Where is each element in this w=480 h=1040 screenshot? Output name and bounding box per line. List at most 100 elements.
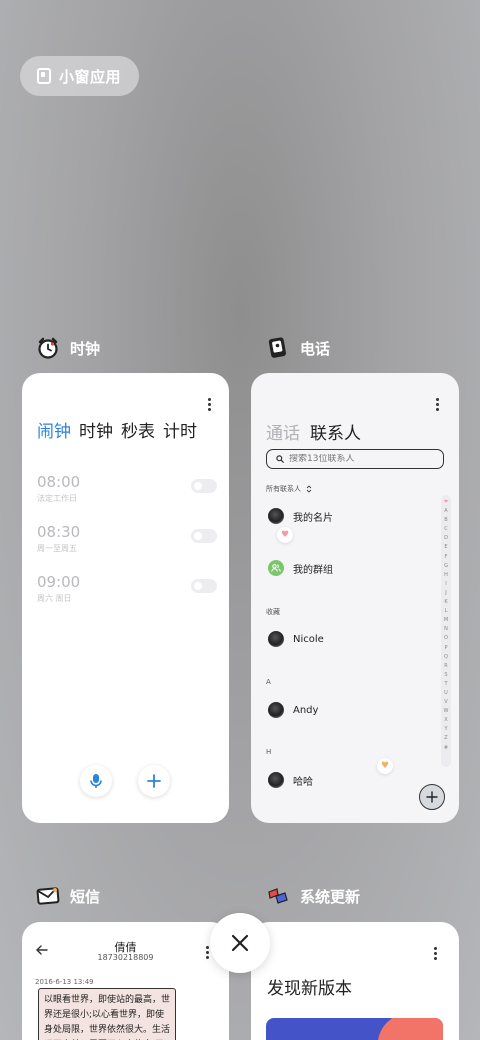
close-all-button[interactable]	[210, 913, 270, 973]
conversation-contact-number: 18730218809	[97, 953, 154, 962]
alarm-toggle[interactable]	[191, 579, 217, 593]
contact-row[interactable]: Nicole	[268, 631, 324, 647]
index-letter[interactable]: S	[444, 671, 447, 680]
update-title: 发现新版本	[267, 979, 352, 999]
microphone-icon	[90, 774, 102, 788]
avatar	[268, 631, 284, 647]
alarm-item[interactable]: 08:30 周一至周五	[37, 523, 217, 554]
alarm-item[interactable]: 09:00 周六 周日	[37, 573, 217, 604]
floating-window-button[interactable]: 小窗应用	[20, 56, 139, 96]
floating-window-icon	[37, 68, 51, 84]
clock-app-header[interactable]: 时钟	[36, 333, 100, 363]
phone-contacts-icon	[266, 336, 290, 360]
phone-tabs: 通话 联系人	[266, 419, 361, 444]
index-letter[interactable]: G	[444, 562, 448, 571]
alarm-repeat: 周六 周日	[37, 594, 72, 603]
contact-row[interactable]: 哈哈	[268, 772, 313, 788]
index-letter[interactable]: F	[445, 553, 448, 562]
close-icon	[231, 934, 249, 952]
contact-row[interactable]: Andy	[268, 702, 318, 718]
section-header: A	[266, 678, 271, 686]
index-letter[interactable]: #	[444, 744, 448, 753]
index-letter[interactable]: X	[444, 716, 447, 725]
contact-search-box[interactable]	[266, 449, 444, 469]
index-letter[interactable]: L	[445, 607, 448, 616]
messages-app-card[interactable]: 倩倩 18730218809 2016-6-13 13:49 以眼看世界，即使站…	[22, 922, 229, 1040]
index-letter[interactable]: T	[444, 680, 447, 689]
avatar	[268, 560, 284, 576]
clock-tabs: 闹钟 时钟 秒表 计时	[37, 417, 197, 442]
index-letter[interactable]: I	[445, 580, 446, 589]
heart-icon: ♥	[277, 527, 293, 543]
all-contacts-filter[interactable]: 所有联系人	[266, 484, 312, 494]
phone-app-card[interactable]: 通话 联系人 所有联系人 我的名片 ♥ 我的群组 收藏 Nicole	[251, 373, 459, 823]
index-letter[interactable]: M	[444, 616, 448, 625]
add-alarm-button[interactable]	[138, 765, 170, 797]
my-card-label: 我的名片	[293, 512, 333, 524]
contact-name: 哈哈	[293, 776, 313, 788]
index-letter[interactable]: N	[444, 625, 448, 634]
avatar	[268, 772, 284, 788]
clock-app-name: 时钟	[70, 339, 101, 358]
updater-app-name: 系统更新	[300, 887, 361, 906]
index-letter[interactable]: E	[444, 543, 447, 552]
alphabet-index-bar[interactable]: ❤ A B C D E F G H I J K L M N O P Q R S T U V W X Y Z #	[441, 495, 451, 767]
contact-search-input[interactable]	[289, 454, 439, 464]
index-letter[interactable]: Y	[444, 725, 447, 734]
index-letter[interactable]: ❤	[444, 498, 448, 507]
index-letter[interactable]: O	[444, 634, 448, 643]
index-letter[interactable]: D	[444, 534, 448, 543]
messages-app-name: 短信	[70, 887, 101, 906]
heart-icon: ♥	[377, 758, 393, 774]
updater-more-icon[interactable]	[434, 947, 438, 960]
sort-chevron-icon	[306, 485, 312, 493]
updater-app-card[interactable]: 发现新版本	[251, 922, 459, 1040]
tab-calls[interactable]: 通话	[266, 419, 300, 444]
clock-more-icon[interactable]	[208, 398, 212, 411]
voice-alarm-button[interactable]	[80, 765, 112, 797]
index-letter[interactable]: B	[444, 516, 447, 525]
index-letter[interactable]: J	[445, 589, 446, 598]
avatar	[268, 508, 284, 524]
contact-name: Nicole	[293, 633, 324, 645]
floating-window-label: 小窗应用	[59, 67, 122, 86]
index-letter[interactable]: K	[444, 598, 447, 607]
alarm-repeat: 法定工作日	[37, 494, 77, 503]
all-contacts-label: 所有联系人	[266, 485, 301, 493]
index-letter[interactable]: A	[444, 507, 447, 516]
phone-more-icon[interactable]	[436, 398, 440, 411]
index-letter[interactable]: H	[444, 571, 448, 580]
index-letter[interactable]: R	[444, 662, 447, 671]
index-letter[interactable]: P	[444, 644, 447, 653]
phone-app-name: 电话	[300, 339, 331, 358]
index-letter[interactable]: W	[444, 707, 449, 716]
alarm-toggle[interactable]	[191, 479, 217, 493]
index-letter[interactable]: Z	[444, 734, 447, 743]
tab-contacts[interactable]: 联系人	[310, 419, 361, 444]
index-letter[interactable]: Q	[444, 653, 448, 662]
tab-timer[interactable]: 计时	[163, 417, 197, 442]
messages-more-icon[interactable]	[206, 946, 210, 959]
contact-name: Andy	[293, 704, 319, 716]
add-contact-button[interactable]	[419, 784, 445, 810]
updater-app-header[interactable]: 系统更新	[266, 881, 360, 911]
index-letter[interactable]: C	[444, 525, 448, 534]
messages-app-header[interactable]: 短信	[36, 881, 100, 911]
section-header: 收藏	[266, 608, 280, 616]
plus-icon	[426, 791, 438, 803]
update-banner	[266, 1018, 443, 1040]
tab-alarm[interactable]: 闹钟	[37, 417, 71, 442]
tab-stopwatch[interactable]: 秒表	[121, 417, 155, 442]
index-letter[interactable]: V	[444, 698, 447, 707]
alarm-toggle[interactable]	[191, 529, 217, 543]
index-letter[interactable]: U	[444, 689, 448, 698]
plus-icon	[147, 774, 161, 788]
tab-clock[interactable]: 时钟	[79, 417, 113, 442]
alarm-item[interactable]: 08:00 法定工作日	[37, 473, 217, 504]
message-bubble[interactable]: 以眼看世界，即使站的最高，世界还是很小;以心看世界，即使身处局限，世界依然很大。…	[38, 988, 176, 1040]
my-groups-row[interactable]: 我的群组	[268, 560, 333, 576]
section-header: H	[266, 748, 272, 756]
phone-app-header[interactable]: 电话	[266, 333, 330, 363]
clock-app-card[interactable]: 闹钟 时钟 秒表 计时 08:00 法定工作日 08:30 周一至周五 09:0…	[22, 373, 229, 823]
my-card-row[interactable]: 我的名片	[268, 508, 333, 524]
